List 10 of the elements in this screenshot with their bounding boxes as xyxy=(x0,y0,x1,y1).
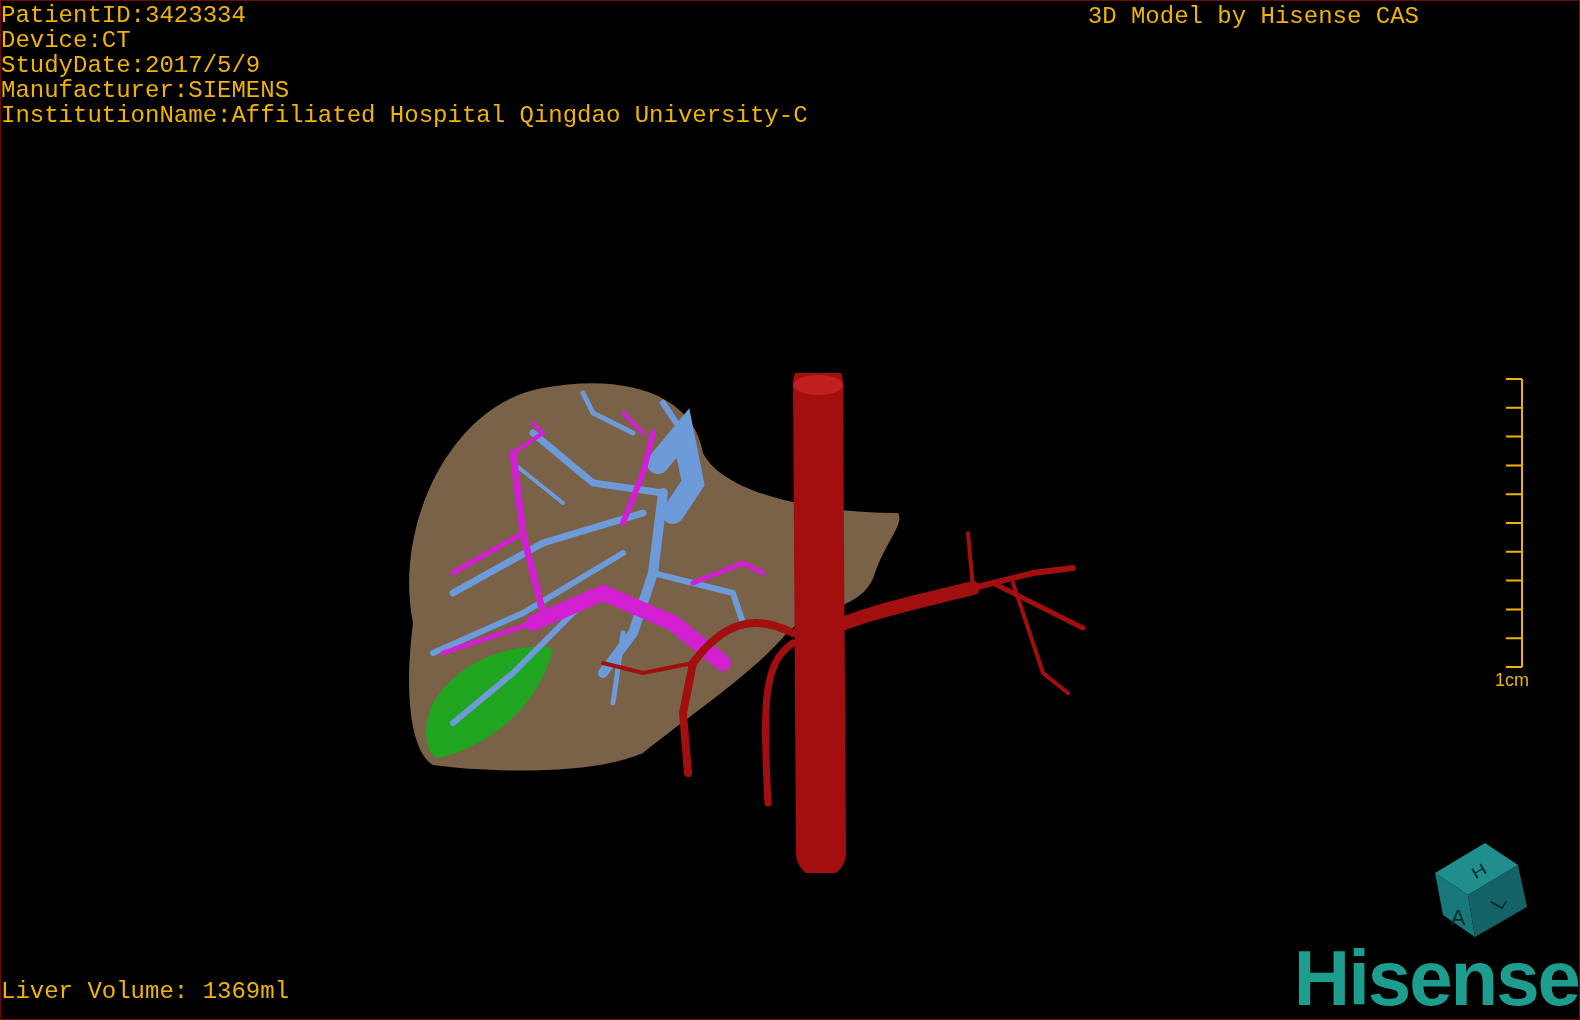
scale-label: 1cm xyxy=(1495,670,1529,690)
liver-volume-text: Liver Volume: 1369ml xyxy=(1,979,290,1005)
patient-info-text: StudyDate:2017/5/9 xyxy=(1,53,262,78)
patient-info-text: Device:CT xyxy=(1,28,132,53)
patient-info-text: InstitutionName:Affiliated Hospital Qingdao University-C xyxy=(1,103,808,128)
patient-info-text: Manufacturer:SIEMENS xyxy=(1,78,291,103)
patient-info-text: PatientID:3423334 xyxy=(1,3,247,28)
orientation-cube-drawing[interactable]: H A L xyxy=(1435,843,1527,937)
brand-logo: Hisense xyxy=(1293,943,1579,1013)
viewer-title: 3D Model by Hisense CAS xyxy=(1087,3,1419,31)
